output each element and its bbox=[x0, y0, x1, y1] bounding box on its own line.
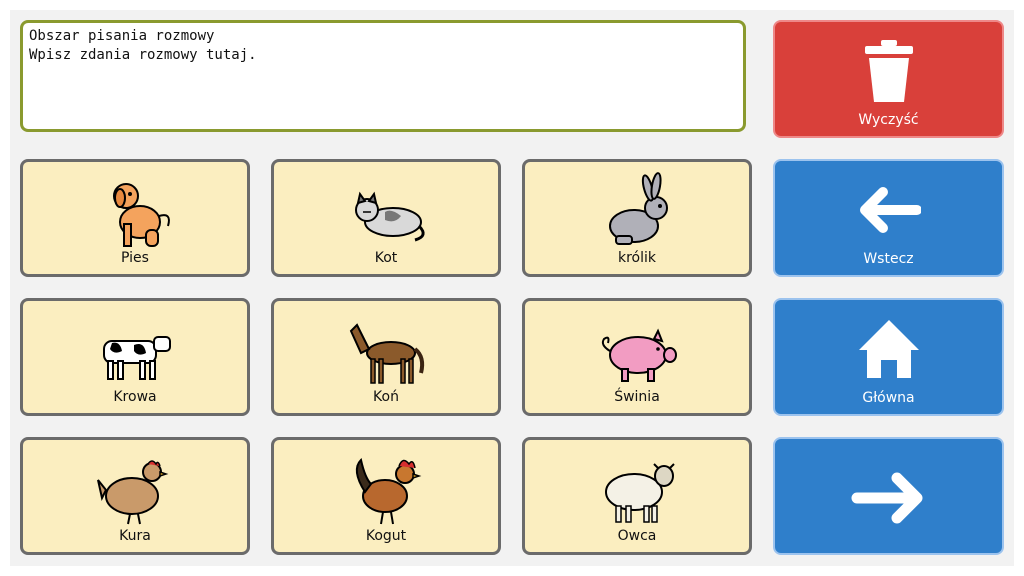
tile-kot[interactable]: Kot bbox=[271, 159, 501, 277]
tile-kogut[interactable]: Kogut bbox=[271, 437, 501, 555]
arrow-left-icon bbox=[775, 175, 1002, 245]
rooster-icon bbox=[274, 450, 498, 530]
rabbit-icon bbox=[525, 172, 749, 252]
back-label: Wstecz bbox=[863, 251, 914, 267]
cow-icon bbox=[23, 311, 247, 391]
back-button[interactable]: Wstecz bbox=[773, 159, 1004, 277]
arrow-right-icon bbox=[775, 463, 1002, 533]
tile-label: Koń bbox=[373, 389, 399, 405]
tile-krowa[interactable]: Krowa bbox=[20, 298, 250, 416]
tile-label: Krowa bbox=[113, 389, 157, 405]
tile-label: Kogut bbox=[365, 528, 407, 544]
horse-icon bbox=[274, 311, 498, 391]
message-window[interactable]: Obszar pisania rozmowy Wpisz zdania rozm… bbox=[20, 20, 746, 132]
tile-pies[interactable]: Pies bbox=[20, 159, 250, 277]
message-title: Obszar pisania rozmowy bbox=[29, 28, 215, 44]
tile-owca[interactable]: Owca bbox=[522, 437, 752, 555]
message-placeholder: Wpisz zdania rozmowy tutaj. bbox=[29, 47, 257, 63]
tile-label: Kura bbox=[119, 528, 151, 544]
clear-label: Wyczyść bbox=[858, 112, 919, 128]
clear-button[interactable]: Wyczyść bbox=[773, 20, 1004, 138]
tile-label: królik bbox=[617, 250, 656, 266]
sheep-icon bbox=[525, 450, 749, 530]
next-button[interactable] bbox=[773, 437, 1004, 555]
tile-krolik[interactable]: królik bbox=[522, 159, 752, 277]
trash-icon bbox=[775, 36, 1002, 106]
tile-label: Świnia bbox=[614, 389, 660, 405]
dog-icon bbox=[23, 172, 247, 252]
home-icon bbox=[775, 314, 1002, 384]
tile-label: Pies bbox=[121, 250, 149, 266]
tile-label: Owca bbox=[617, 528, 657, 544]
tile-swinia[interactable]: Świnia bbox=[522, 298, 752, 416]
home-button[interactable]: Główna bbox=[773, 298, 1004, 416]
cat-icon bbox=[274, 172, 498, 252]
tile-kura[interactable]: Kura bbox=[20, 437, 250, 555]
home-label: Główna bbox=[862, 390, 915, 406]
tile-kon[interactable]: Koń bbox=[271, 298, 501, 416]
hen-icon bbox=[23, 450, 247, 530]
tile-label: Kot bbox=[374, 250, 398, 266]
pig-icon bbox=[525, 311, 749, 391]
